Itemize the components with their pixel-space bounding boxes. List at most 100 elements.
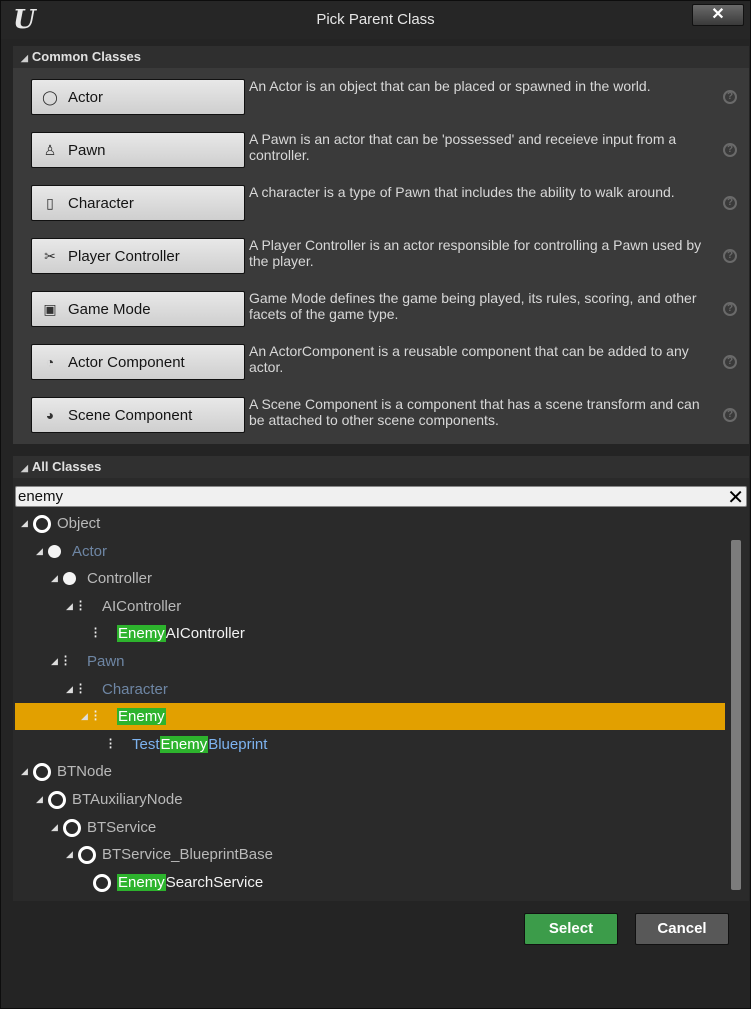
tree-node-label: BTNode [57, 758, 112, 785]
tree-row[interactable]: ◢ ⁝ AIController [15, 593, 725, 620]
class-node-icon [78, 846, 96, 865]
common-class-button[interactable]: ◔ Actor Component [31, 344, 245, 380]
tree-row[interactable]: ◢ BTNode [15, 758, 725, 785]
tree-node-label: Pawn [87, 648, 125, 675]
common-class-label: Character [68, 195, 134, 212]
player-controller-icon: ✂ [44, 248, 56, 264]
expand-arrow-icon[interactable]: ◢ [66, 593, 73, 620]
tree-row[interactable]: ◢ ⁝ Pawn [15, 648, 725, 675]
actor-node-icon [48, 544, 61, 558]
expand-arrow-icon[interactable]: ◢ [36, 786, 43, 813]
pawn-node-icon: ⁝ [93, 625, 99, 643]
help-icon[interactable]: ? [723, 302, 737, 316]
expand-arrow-icon[interactable]: ◢ [66, 841, 73, 868]
help-icon[interactable]: ? [723, 355, 737, 369]
label-suffix: AIController [165, 625, 245, 643]
common-class-row: ▯ Character A character is a type of Pawn … [13, 178, 749, 230]
common-class-description: A Scene Component is a component that ha… [249, 396, 700, 428]
help-icon[interactable]: ? [723, 143, 737, 157]
all-classes-panel: ◢ All Classes enemy ✕ ◢ Object ◢ Actor ◢ Contr… [13, 456, 749, 901]
expand-arrow-icon[interactable]: ◢ [51, 565, 58, 592]
tree-row[interactable]: ⁝ EnemyAIController [15, 620, 725, 647]
close-button[interactable]: ✕ [692, 4, 744, 26]
cancel-button[interactable]: Cancel [635, 913, 729, 945]
common-class-label: Player Controller [68, 248, 180, 265]
pawn-node-icon: ⁝ [78, 597, 84, 615]
expand-arrow-icon[interactable]: ◢ [66, 676, 73, 703]
common-class-label: Scene Component [68, 407, 193, 424]
all-classes-header[interactable]: ◢ All Classes [13, 456, 749, 478]
select-button[interactable]: Select [524, 913, 618, 945]
tree-row[interactable]: ◢ BTAuxiliaryNode [15, 786, 725, 813]
common-class-button[interactable]: ▣ Game Mode [31, 291, 245, 327]
common-classes-header[interactable]: ◢ Common Classes [13, 46, 749, 68]
expand-arrow-icon[interactable]: ◢ [51, 648, 58, 675]
common-class-row: ◔ Actor Component An ActorComponent is a r… [13, 337, 749, 389]
tree-row[interactable]: ◢ ⁝ Character [15, 676, 725, 703]
tree-row[interactable]: ⁝ TestEnemyBlueprint [15, 731, 725, 758]
common-class-row: ✂ Player Controller A Player Controller is… [13, 231, 749, 283]
pawn-node-icon: ⁝ [78, 680, 84, 698]
pawn-icon: ♙ [43, 142, 57, 158]
class-node-icon [48, 791, 66, 809]
label-suffix: Character [102, 680, 168, 698]
class-search-input[interactable]: enemy ✕ [15, 485, 747, 510]
label-suffix: Pawn [87, 653, 125, 670]
common-classes-panel: ◢ Common Classes ◯ Actor An Actor is an obj… [13, 46, 749, 444]
class-node-icon [63, 818, 81, 837]
tree-node-label: Character [102, 676, 168, 703]
help-icon[interactable]: ? [723, 249, 737, 263]
expand-arrow-icon[interactable]: ◢ [21, 758, 28, 785]
common-class-button[interactable]: ✂ Player Controller [31, 238, 245, 274]
common-classes-title: Common Classes [31, 49, 142, 64]
common-class-row: ♙ Pawn A Pawn is an actor that can be 'pos… [13, 125, 749, 177]
label-suffix: Actor [72, 542, 108, 560]
expand-arrow-icon[interactable]: ◢ [51, 814, 58, 841]
class-node-icon [33, 515, 51, 533]
help-icon[interactable]: ? [723, 196, 737, 210]
common-class-description: A Pawn is an actor that can be 'possesse… [249, 131, 677, 163]
label-suffix: BTAuxiliaryNode [72, 791, 183, 808]
collapse-triangle-icon: ◢ [21, 53, 28, 63]
expand-arrow-icon[interactable]: ◢ [36, 538, 43, 565]
common-class-description: A character is a type of Pawn that inclu… [249, 184, 675, 200]
common-class-button[interactable]: ♙ Pawn [31, 132, 245, 168]
tree-node-label: BTService_BlueprintBase [102, 841, 273, 868]
expand-arrow-icon[interactable]: ◢ [21, 510, 28, 537]
pawn-node-icon: ⁝ [93, 708, 99, 726]
common-class-button[interactable]: ◯ Actor [31, 79, 245, 115]
tree-row[interactable]: ◢ BTService_BlueprintBase [15, 841, 725, 868]
tree-row[interactable]: ◢ Controller [15, 565, 725, 592]
pick-parent-class-dialog: U Pick Parent Class ✕ ◢ Common Classes ◯ A… [0, 0, 751, 1009]
common-class-label: Actor Component [68, 354, 185, 371]
tree-row[interactable]: ◢ Actor [15, 538, 725, 565]
all-classes-title: All Classes [31, 459, 102, 474]
search-match-highlight: Enemy [117, 708, 166, 726]
tree-row[interactable]: ◢ ⁝ Enemy [15, 703, 725, 731]
expand-arrow-icon[interactable]: ◢ [81, 703, 88, 730]
tree-node-label: BTService [87, 814, 156, 841]
common-class-button[interactable]: ◕ Scene Component [31, 397, 245, 433]
tree-node-label: Actor [72, 538, 107, 565]
help-icon[interactable]: ? [723, 408, 737, 422]
tree-row[interactable]: EnemySearchService [15, 869, 725, 896]
common-class-description: An Actor is an object that can be placed… [249, 78, 651, 94]
help-icon[interactable]: ? [723, 90, 737, 104]
tree-scrollbar[interactable] [731, 540, 741, 890]
clear-search-icon[interactable]: ✕ [727, 485, 744, 510]
pawn-node-icon: ⁝ [63, 653, 69, 670]
label-suffix: Blueprint [208, 735, 268, 753]
tree-row[interactable]: ◢ Object [15, 510, 725, 537]
common-class-button[interactable]: ▯ Character [31, 185, 245, 221]
tree-node-label: Object [57, 510, 100, 537]
common-class-label: Game Mode [68, 301, 151, 318]
label-suffix: BTService_BlueprintBase [102, 846, 273, 864]
tree-row[interactable]: ◢ BTService [15, 814, 725, 841]
title-bar[interactable]: U Pick Parent Class ✕ [1, 1, 750, 39]
search-input-value[interactable]: enemy [18, 488, 63, 505]
common-class-row: ▣ Game Mode Game Mode defines the game bei… [13, 284, 749, 336]
label-prefix: Test [132, 735, 160, 753]
search-match-highlight: Enemy [117, 873, 166, 891]
class-node-icon [93, 873, 111, 892]
actor-node-icon [63, 572, 76, 586]
